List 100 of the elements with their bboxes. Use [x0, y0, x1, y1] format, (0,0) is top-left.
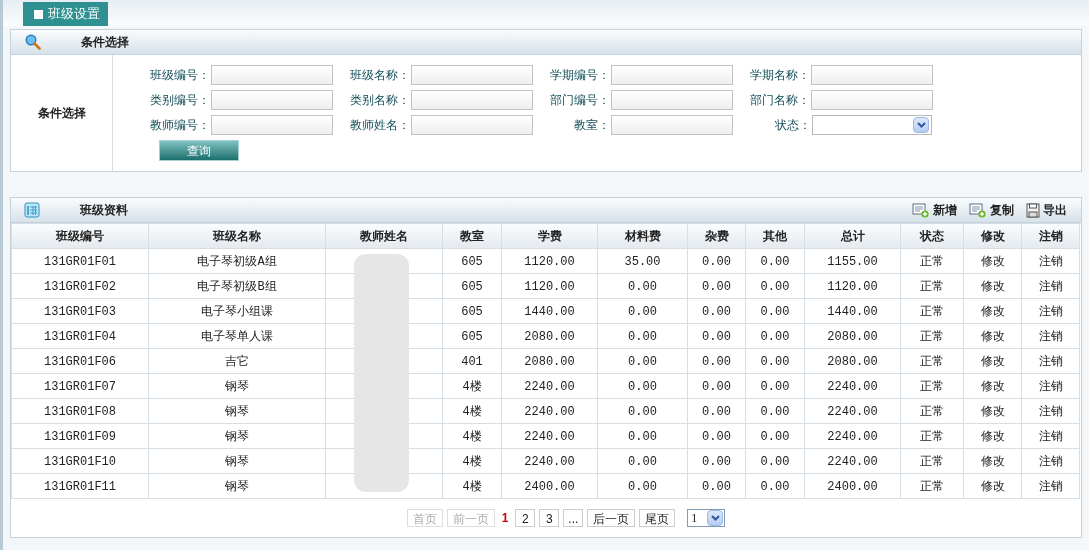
field-label: 教室： — [573, 117, 610, 134]
table-cell: 131GR01F11 — [44, 479, 116, 494]
table-cell: 1440.00 — [827, 304, 878, 319]
table-cell: 605 — [461, 329, 483, 344]
input-field[interactable] — [411, 90, 533, 110]
field-label: 班级编号： — [149, 67, 210, 84]
column-header: 材料费 — [624, 229, 661, 243]
table-cell: 1120.00 — [524, 254, 575, 269]
table-cell: 4楼 — [462, 379, 482, 394]
input-field[interactable] — [411, 65, 533, 85]
table-cell: 0.00 — [760, 404, 790, 419]
input-field[interactable] — [611, 115, 733, 135]
column-header: 注销 — [1038, 229, 1063, 243]
column-header: 教师姓名 — [360, 229, 408, 243]
table-cell: 0.00 — [702, 454, 731, 469]
table-cell: 0.00 — [760, 304, 790, 319]
table-cell: 钢琴 — [225, 404, 249, 419]
field-label: 类别编号： — [149, 92, 210, 109]
page-button[interactable]: 3 — [539, 509, 560, 527]
toolbar-button[interactable]: 复制 — [969, 201, 1014, 219]
input-field[interactable] — [611, 90, 733, 110]
table-cell: 131GR01F03 — [44, 304, 116, 319]
pager-button[interactable]: 后一页 — [587, 509, 636, 527]
field-label: 学期编号： — [549, 67, 610, 84]
pager-button[interactable]: 尾页 — [639, 509, 676, 527]
table-cell: 605 — [461, 304, 483, 319]
table-cell: 0.00 — [760, 454, 790, 469]
field-label: 教师编号： — [149, 117, 210, 134]
table-cell: 0.00 — [628, 404, 657, 419]
table-cell: 4楼 — [462, 479, 482, 494]
table-cell: 2080.00 — [827, 329, 878, 344]
table-cell: 131GR01F04 — [44, 329, 116, 344]
settings-tab[interactable]: 班级设置 — [23, 2, 108, 26]
column-header: 杂费 — [704, 229, 729, 243]
table-cell: 正常 — [920, 429, 944, 444]
table-cell: 2080.00 — [524, 329, 575, 344]
input-field[interactable] — [211, 115, 333, 135]
table-cell: 2240.00 — [524, 379, 575, 394]
input-field[interactable] — [211, 90, 333, 110]
page-button[interactable]: ... — [563, 509, 584, 527]
table-cell: 605 — [461, 254, 483, 269]
table-cell: 131GR01F01 — [44, 254, 116, 269]
table-cell: 131GR01F06 — [44, 354, 116, 369]
panel-title: 条件选择 — [81, 34, 129, 51]
table-cell: 2080.00 — [827, 354, 878, 369]
field-label: 部门名称： — [749, 92, 810, 109]
table-cell: 2240.00 — [524, 404, 575, 419]
table-cell: 0.00 — [702, 429, 731, 444]
page-button[interactable]: 2 — [515, 509, 536, 527]
table-cell: 电子琴单人课 — [201, 329, 273, 344]
table-cell: 0.00 — [760, 329, 790, 344]
table-cell: 正常 — [920, 404, 944, 419]
panel-title: 班级资料 — [80, 202, 128, 219]
table-cell: 0.00 — [760, 479, 790, 494]
field-label: 学期名称： — [749, 67, 810, 84]
table-cell: 正常 — [920, 479, 944, 494]
add-document-icon — [912, 202, 930, 218]
column-header: 教室 — [460, 229, 484, 243]
table-cell: 2240.00 — [827, 429, 878, 444]
table-cell: 电子琴小组课 — [201, 304, 273, 319]
column-header: 其他 — [763, 229, 787, 243]
column-header: 班级名称 — [213, 229, 261, 243]
column-header: 班级编号 — [56, 229, 104, 243]
table-cell: 4楼 — [462, 429, 482, 444]
table-cell: 0.00 — [628, 304, 657, 319]
input-field[interactable] — [811, 65, 933, 85]
copy-document-icon — [969, 202, 987, 218]
field-label: 教师姓名： — [349, 117, 410, 134]
column-header: 修改 — [980, 229, 1005, 243]
status-select[interactable] — [812, 115, 932, 135]
table-cell: 0.00 — [628, 279, 657, 294]
field-label: 班级名称： — [349, 67, 410, 84]
table-cell: 1440.00 — [524, 304, 575, 319]
section-label: 条件选择 — [37, 105, 86, 122]
input-field[interactable] — [811, 90, 933, 110]
page-select[interactable]: 1 — [687, 509, 726, 527]
table-cell: 131GR01F02 — [44, 279, 116, 294]
table-cell: 2240.00 — [827, 454, 878, 469]
table-cell: 131GR01F07 — [44, 379, 116, 394]
input-field[interactable] — [611, 65, 733, 85]
table-cell: 吉它 — [225, 354, 249, 369]
table-cell: 正常 — [920, 304, 944, 319]
field-label: 类别名称： — [349, 92, 410, 109]
table-cell: 1155.00 — [827, 254, 878, 269]
table-cell: 131GR01F09 — [44, 429, 116, 444]
table-cell: 401 — [461, 354, 483, 369]
table-cell: 2240.00 — [524, 429, 575, 444]
calculator-icon — [24, 202, 40, 218]
table-cell: 钢琴 — [225, 379, 249, 394]
table-cell: 0.00 — [628, 479, 657, 494]
input-field[interactable] — [211, 65, 333, 85]
input-field[interactable] — [411, 115, 533, 135]
table-cell: 0.00 — [760, 354, 790, 369]
toolbar-button[interactable]: 导出 — [1026, 201, 1067, 219]
table-cell: 0.00 — [702, 279, 731, 294]
toolbar-button[interactable]: 新增 — [912, 201, 957, 219]
table-cell: 605 — [461, 279, 483, 294]
table-cell: 0.00 — [628, 429, 657, 444]
table-cell: 2080.00 — [524, 354, 575, 369]
column-header: 状态 — [920, 229, 944, 243]
